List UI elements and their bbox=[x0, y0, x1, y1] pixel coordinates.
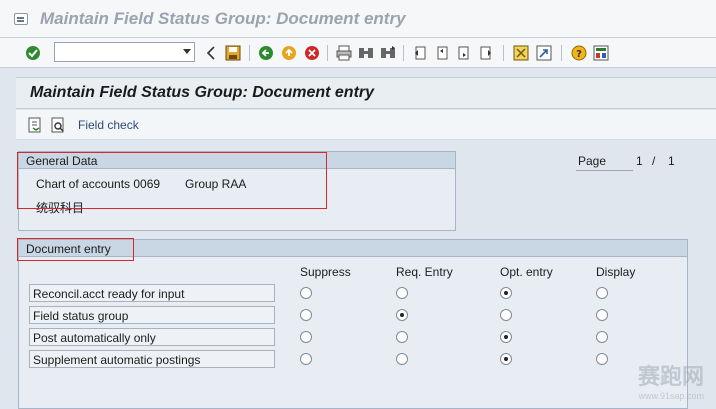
previous-page-icon[interactable] bbox=[433, 44, 451, 62]
layout-menu-icon[interactable] bbox=[592, 44, 610, 62]
application-toolbar: Field check bbox=[16, 110, 716, 140]
last-page-icon[interactable] bbox=[477, 44, 495, 62]
command-field[interactable] bbox=[54, 42, 195, 62]
radio-req-entry[interactable] bbox=[396, 287, 408, 299]
radio-opt-entry[interactable] bbox=[500, 309, 512, 321]
next-group-icon[interactable] bbox=[26, 116, 44, 134]
screen-header: Maintain Field Status Group: Document en… bbox=[16, 77, 716, 109]
radio-suppress[interactable] bbox=[300, 309, 312, 321]
next-page-icon[interactable] bbox=[455, 44, 473, 62]
chevron-down-icon[interactable] bbox=[183, 49, 191, 54]
watermark: 赛跑网 www.91sap.com bbox=[637, 364, 704, 401]
help-icon[interactable]: ? bbox=[570, 44, 588, 62]
highlight-general-data bbox=[17, 152, 327, 209]
table-row-label: Post automatically only bbox=[29, 328, 275, 346]
exit-icon[interactable] bbox=[280, 44, 298, 62]
back-arrow-icon[interactable] bbox=[202, 44, 220, 62]
radio-suppress[interactable] bbox=[300, 353, 312, 365]
find-next-icon[interactable] bbox=[379, 44, 397, 62]
column-req-entry: Req. Entry bbox=[396, 265, 453, 279]
menu-icon[interactable] bbox=[14, 13, 28, 25]
document-entry-group: Document entry Suppress Req. Entry Opt. … bbox=[18, 239, 688, 409]
window-title: Maintain Field Status Group: Document en… bbox=[40, 9, 406, 28]
table-row-label: Supplement automatic postings bbox=[29, 350, 275, 368]
page-separator: / bbox=[652, 154, 656, 168]
highlight-document-entry bbox=[17, 238, 134, 261]
field-check-icon[interactable] bbox=[49, 116, 67, 134]
radio-req-entry[interactable] bbox=[396, 331, 408, 343]
column-opt-entry: Opt. entry bbox=[500, 265, 553, 279]
first-page-icon[interactable] bbox=[411, 44, 429, 62]
table-row-label: Field status group bbox=[29, 306, 275, 324]
shortcut-icon[interactable] bbox=[535, 44, 553, 62]
column-suppress: Suppress bbox=[300, 265, 351, 279]
radio-req-entry[interactable] bbox=[396, 353, 408, 365]
radio-suppress[interactable] bbox=[300, 331, 312, 343]
cancel-icon[interactable] bbox=[303, 44, 321, 62]
radio-req-entry[interactable] bbox=[396, 309, 408, 321]
main-content: General Data Chart of accounts 0069 Grou… bbox=[16, 141, 716, 409]
page-total: 1 bbox=[668, 154, 675, 168]
radio-display[interactable] bbox=[596, 287, 608, 299]
radio-display[interactable] bbox=[596, 353, 608, 365]
print-icon[interactable] bbox=[335, 44, 353, 62]
radio-opt-entry[interactable] bbox=[500, 287, 512, 299]
radio-display[interactable] bbox=[596, 331, 608, 343]
standard-toolbar: ? bbox=[0, 38, 716, 68]
back-icon[interactable] bbox=[257, 44, 275, 62]
table-row-label: Reconcil.acct ready for input bbox=[29, 284, 275, 302]
column-display: Display bbox=[596, 265, 636, 279]
page-current: 1 bbox=[636, 154, 643, 168]
page-label: Page bbox=[578, 154, 607, 168]
radio-display[interactable] bbox=[596, 309, 608, 321]
find-icon[interactable] bbox=[357, 44, 375, 62]
save-icon[interactable] bbox=[224, 44, 242, 62]
enter-check-icon[interactable] bbox=[24, 44, 42, 62]
svg-text:?: ? bbox=[576, 49, 582, 60]
radio-suppress[interactable] bbox=[300, 287, 312, 299]
window-title-bar: Maintain Field Status Group: Document en… bbox=[0, 0, 716, 38]
create-session-icon[interactable] bbox=[512, 44, 530, 62]
field-check-button[interactable]: Field check bbox=[78, 118, 139, 132]
radio-opt-entry[interactable] bbox=[500, 353, 512, 365]
page-title: Maintain Field Status Group: Document en… bbox=[30, 84, 375, 101]
radio-opt-entry[interactable] bbox=[500, 331, 512, 343]
